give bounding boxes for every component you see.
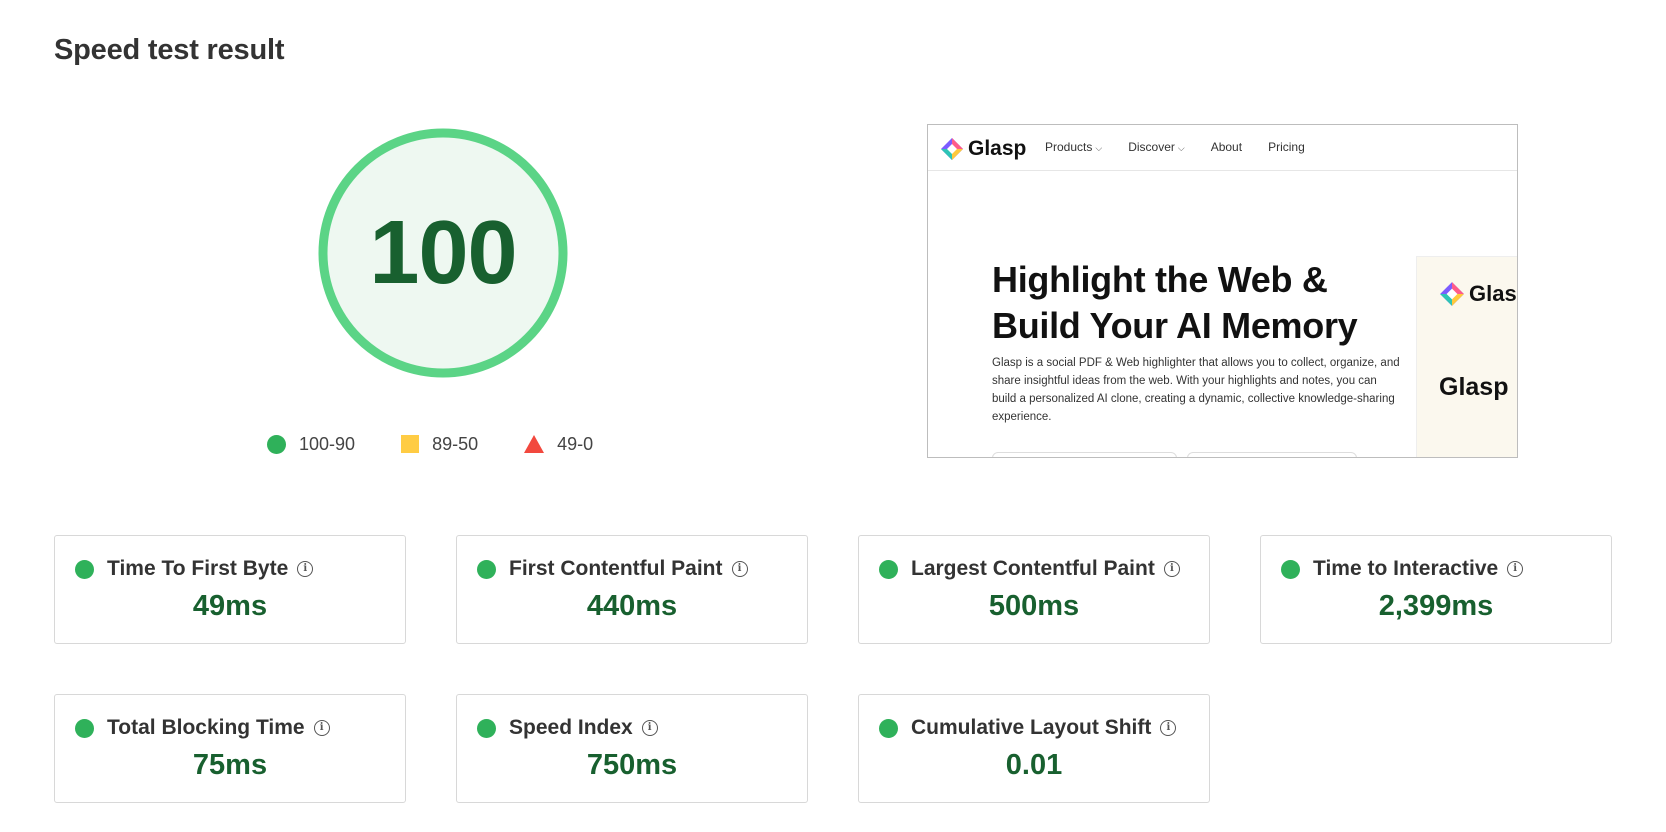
preview-menu-products: Products ⌵ <box>1045 140 1103 154</box>
info-icon[interactable]: i <box>731 561 748 577</box>
metric-value: 49ms <box>192 590 268 622</box>
metric-label: Total Blocking Time <box>107 716 305 739</box>
red-triangle-icon <box>524 435 545 453</box>
metric-card-speed-index: Speed Index i 750ms <box>456 694 808 803</box>
metric-card-ttfb: Time To First Byte i 49ms <box>54 535 406 644</box>
metric-card-cls: Cumulative Layout Shift i 0.01 <box>858 694 1210 803</box>
metric-label: Time To First Byte <box>107 557 289 580</box>
metric-value: 440ms <box>586 590 678 622</box>
metric-card-lcp: Largest Contentful Paint i 500ms <box>858 535 1210 644</box>
page-title: Speed test result <box>54 34 285 66</box>
preview-menu: Products ⌵ Discover ⌵ About Pricing <box>1045 140 1305 154</box>
metric-value: 2,399ms <box>1378 590 1494 622</box>
metric-label: First Contentful Paint <box>509 557 723 580</box>
metric-card-tbt: Total Blocking Time i 75ms <box>54 694 406 803</box>
glasp-logo-icon <box>1440 282 1464 306</box>
metric-label: Cumulative Layout Shift <box>911 716 1152 739</box>
metric-value: 500ms <box>988 590 1080 622</box>
preview-brand: Glasp <box>968 137 1027 160</box>
status-good-icon <box>879 718 898 738</box>
preview-card-title: Glasp <box>1439 373 1509 401</box>
metric-label: Time to Interactive <box>1313 557 1499 580</box>
info-icon[interactable]: i <box>1507 561 1524 577</box>
chevron-down-icon: ⌵ <box>1177 143 1185 153</box>
info-icon[interactable]: i <box>297 561 314 577</box>
performance-score-gauge: 100 <box>317 127 569 379</box>
status-good-icon <box>477 559 496 579</box>
preview-menu-pricing: Pricing <box>1268 140 1305 154</box>
status-good-icon <box>477 718 496 738</box>
info-icon[interactable]: i <box>641 720 658 736</box>
preview-side-card: Glasp Glasp <box>1416 256 1517 457</box>
score-legend: 100-90 89-50 49-0 <box>267 432 593 456</box>
preview-card-brand: Glasp <box>1469 281 1517 306</box>
legend-item-poor: 49-0 <box>524 434 593 455</box>
legend-label-poor: 49-0 <box>557 433 594 454</box>
preview-menu-discover: Discover ⌵ <box>1128 140 1185 154</box>
status-good-icon <box>879 559 898 579</box>
legend-label-average: 89-50 <box>432 433 479 454</box>
glasp-logo-icon <box>941 138 963 160</box>
metric-value: 75ms <box>192 749 268 781</box>
yellow-square-icon <box>401 435 420 453</box>
preview-headline: Highlight the Web & Build Your AI Memory <box>992 259 1358 346</box>
page-screenshot-preview: Glasp Products ⌵ Discover ⌵ About Pricing … <box>927 124 1518 458</box>
legend-item-average: 89-50 <box>401 434 478 455</box>
preview-menu-about: About <box>1210 140 1243 154</box>
info-icon[interactable]: i <box>1163 561 1180 577</box>
metric-label: Largest Contentful Paint <box>911 557 1155 580</box>
metric-value: 750ms <box>586 749 678 781</box>
green-circle-icon <box>267 434 286 454</box>
status-good-icon <box>75 718 94 738</box>
preview-button-outline <box>992 452 1177 457</box>
info-icon[interactable]: i <box>1160 720 1177 736</box>
legend-label-good: 100-90 <box>299 433 356 454</box>
score-value: 100 <box>369 202 517 303</box>
info-icon[interactable]: i <box>313 720 330 736</box>
preview-description: Glasp is a social PDF & Web highlighter … <box>992 357 1400 423</box>
metric-label: Speed Index <box>509 716 633 739</box>
status-good-icon <box>75 559 94 579</box>
chevron-down-icon: ⌵ <box>1095 143 1103 153</box>
preview-button-outline <box>1187 452 1357 457</box>
metric-card-tti: Time to Interactive i 2,399ms <box>1260 535 1612 644</box>
legend-item-good: 100-90 <box>267 434 355 455</box>
status-good-icon <box>1281 559 1300 579</box>
preview-navbar: Glasp Products ⌵ Discover ⌵ About Pricing <box>928 125 1517 171</box>
metric-card-fcp: First Contentful Paint i 440ms <box>456 535 808 644</box>
metric-value: 0.01 <box>1005 749 1063 781</box>
